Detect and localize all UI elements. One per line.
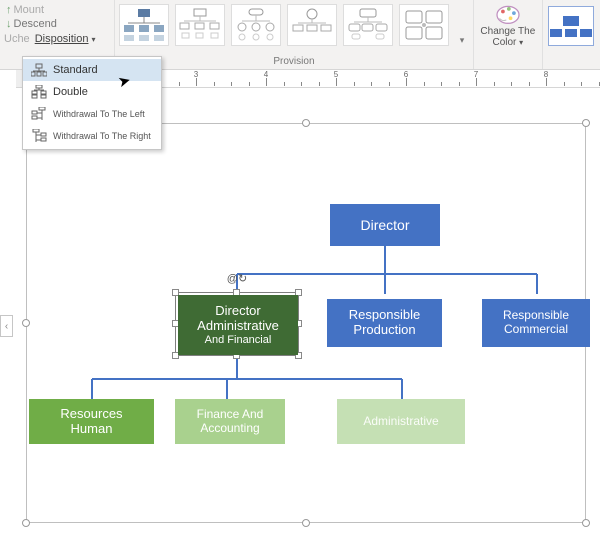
node-label-line: Responsible: [503, 309, 569, 323]
node-daf[interactable]: Director Administrative And Financial: [178, 295, 298, 355]
layout-gallery-item[interactable]: [399, 4, 449, 46]
layout-left-icon: [31, 107, 47, 121]
disposition-label: Disposition: [35, 33, 89, 45]
ruler-label: 6: [404, 70, 408, 79]
layout-double-icon: [31, 85, 47, 99]
chevron-left-icon: ‹: [5, 321, 8, 332]
arrow-down-icon: ↓: [6, 18, 12, 30]
rotate-handle[interactable]: @↻: [227, 272, 247, 285]
node-label-line: Administrative: [197, 319, 279, 334]
chevron-down-icon: ▾: [460, 35, 465, 46]
palette-icon: [494, 3, 522, 25]
layout-gallery-item[interactable]: [287, 4, 337, 46]
ruler-label: 3: [194, 70, 198, 79]
node-label-line: And Financial: [197, 334, 279, 347]
disposition-menu: Standard Double Withdrawal To The Left W…: [22, 56, 162, 150]
node-director[interactable]: Director: [330, 204, 440, 246]
menu-item-label: Withdrawal To The Left: [53, 109, 145, 119]
node-label-line: Production: [349, 323, 421, 338]
chevron-down-icon: ▾: [92, 35, 96, 44]
menu-item-withdrawal-right[interactable]: Withdrawal To The Right: [23, 125, 161, 147]
disposition-dropdown[interactable]: Disposition ▾: [32, 31, 99, 47]
ribbon-layout-gallery: ▾ Provision: [115, 0, 474, 69]
node-label-line: Accounting: [197, 422, 264, 436]
node-label: Director: [360, 217, 409, 233]
change-color-label2: Color: [492, 37, 516, 48]
chevron-down-icon: ▾: [519, 38, 523, 47]
ribbon-section-label: Provision: [115, 56, 473, 67]
node-comm[interactable]: ResponsibleCommercial: [482, 299, 590, 347]
menu-item-double[interactable]: Double: [23, 81, 161, 103]
mount-button[interactable]: ↑Mount: [4, 3, 110, 17]
descend-button[interactable]: ↓Descend: [4, 17, 110, 31]
smartart-frame[interactable]: Director @↻ Director Administrative: [26, 123, 586, 523]
uche-label: Uche: [4, 33, 30, 45]
ruler-label: 4: [264, 70, 268, 79]
layout-gallery-item[interactable]: [119, 4, 169, 46]
node-label-line: Responsible: [349, 308, 421, 323]
smartart-style-thumb: [548, 6, 594, 46]
layout-right-icon: [31, 129, 47, 143]
node-prod[interactable]: ResponsibleProduction: [327, 299, 442, 347]
menu-item-withdrawal-left[interactable]: Withdrawal To The Left: [23, 103, 161, 125]
layout-gallery-item[interactable]: [231, 4, 281, 46]
layout-standard-icon: [31, 63, 47, 77]
ruler-label: 7: [474, 70, 478, 79]
node-label: Administrative: [363, 415, 438, 429]
node-label-line: Commercial: [503, 323, 569, 337]
change-color-label1: Change The: [480, 26, 535, 37]
ruler-label: 5: [334, 70, 338, 79]
org-chart: Director @↻ Director Administrative: [27, 124, 585, 522]
menu-item-standard[interactable]: Standard: [23, 59, 161, 81]
node-fin[interactable]: Finance AndAccounting: [175, 399, 285, 444]
mount-label: Mount: [14, 4, 45, 16]
text-pane-toggle[interactable]: ‹: [0, 315, 13, 337]
ruler-label: 8: [544, 70, 548, 79]
change-colors-button[interactable]: Change TheColor ▾: [474, 0, 543, 69]
document-canvas[interactable]: Director @↻ Director Administrative: [16, 88, 598, 544]
layout-gallery-item[interactable]: [343, 4, 393, 46]
menu-item-label: Standard: [53, 64, 98, 76]
descend-label: Descend: [14, 18, 57, 30]
smartart-style-gallery[interactable]: [543, 0, 600, 69]
layout-gallery-item[interactable]: [175, 4, 225, 46]
menu-item-label: Double: [53, 86, 88, 98]
node-label-line: Finance And: [197, 408, 264, 422]
gallery-more-button[interactable]: ▾: [455, 4, 469, 46]
arrow-up-icon: ↑: [6, 4, 12, 16]
node-hr[interactable]: ResourcesHuman: [29, 399, 154, 444]
node-label-line: Human: [60, 422, 122, 437]
node-admin[interactable]: Administrative: [337, 399, 465, 444]
node-label-line: Resources: [60, 407, 122, 422]
menu-item-label: Withdrawal To The Right: [53, 131, 151, 141]
node-selection[interactable]: Director Administrative And Financial: [175, 292, 299, 356]
node-label-line: Director: [197, 304, 279, 319]
